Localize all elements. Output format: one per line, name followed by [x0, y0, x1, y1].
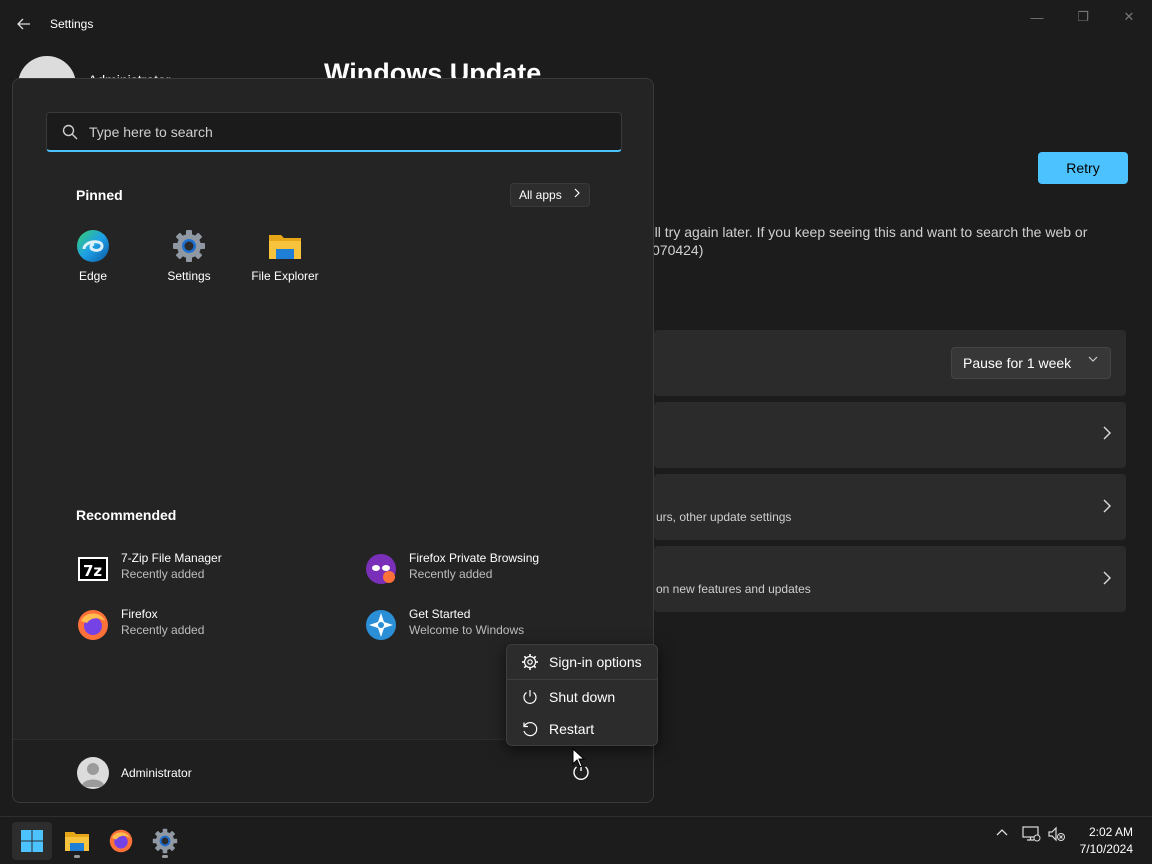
- search-placeholder: Type here to search: [89, 124, 213, 140]
- all-apps-button[interactable]: All apps: [510, 183, 590, 207]
- pinned-app-file-explorer[interactable]: File Explorer: [240, 229, 330, 283]
- get-started-icon: [365, 609, 397, 641]
- all-apps-label: All apps: [519, 188, 562, 202]
- advanced-options-subtitle: urs, other update settings: [656, 510, 792, 524]
- network-icon[interactable]: [1021, 825, 1041, 848]
- menu-divider: [507, 679, 657, 680]
- search-icon: [62, 124, 78, 140]
- recommended-heading: Recommended: [76, 507, 177, 523]
- error-line-1: 'll try again later. If you keep seeing …: [652, 224, 1088, 240]
- settings-titlebar: Settings — ❐ ✕: [0, 0, 1152, 48]
- chevron-right-icon: [1102, 426, 1112, 445]
- clock-date[interactable]: 7/10/2024: [1080, 842, 1133, 856]
- firefox-icon: [77, 609, 109, 641]
- recommended-item-subtitle: Recently added: [121, 623, 205, 637]
- pinned-app-label: Settings: [167, 269, 211, 283]
- insider-program-subtitle: on new features and updates: [656, 582, 811, 596]
- taskbar-firefox[interactable]: [101, 822, 141, 860]
- start-button[interactable]: [12, 822, 52, 860]
- recommended-item-7zip[interactable]: 7z 7-Zip File Manager Recently added: [77, 549, 337, 589]
- update-error-message: 'll try again later. If you keep seeing …: [652, 223, 1112, 259]
- recommended-item-name: Get Started: [409, 607, 471, 621]
- settings-gear-icon: [152, 828, 178, 854]
- recommended-item-subtitle: Welcome to Windows: [409, 623, 525, 637]
- menu-item-label: Sign-in options: [549, 654, 642, 670]
- recommended-item-name: 7-Zip File Manager: [121, 551, 222, 565]
- firefox-icon: [109, 829, 133, 853]
- start-footer: Administrator: [13, 739, 653, 802]
- menu-item-label: Shut down: [549, 689, 616, 705]
- user-avatar[interactable]: [77, 757, 109, 789]
- recommended-item-get-started[interactable]: Get Started Welcome to Windows: [365, 605, 625, 645]
- recommended-item-name: Firefox: [121, 607, 158, 621]
- restart-icon: [523, 722, 538, 737]
- advanced-options-card[interactable]: [654, 474, 1126, 540]
- maximize-button[interactable]: ❐: [1060, 8, 1106, 26]
- user-name[interactable]: Administrator: [121, 766, 192, 780]
- pinned-app-label: File Explorer: [251, 269, 319, 283]
- firefox-private-icon: [365, 553, 397, 585]
- sign-in-options-item[interactable]: Sign-in options: [511, 648, 655, 676]
- retry-button[interactable]: Retry: [1038, 152, 1128, 184]
- close-button[interactable]: ✕: [1106, 8, 1152, 26]
- power-icon: [523, 690, 537, 704]
- restart-item[interactable]: Restart: [511, 715, 655, 743]
- recommended-item-subtitle: Recently added: [121, 567, 205, 581]
- folder-icon: [268, 229, 302, 263]
- pause-updates-dropdown[interactable]: Pause for 1 week: [951, 347, 1111, 379]
- taskbar-settings[interactable]: [145, 822, 185, 860]
- show-hidden-icons-chevron-icon[interactable]: [994, 825, 1010, 844]
- insider-program-card[interactable]: [654, 546, 1126, 612]
- clock-time[interactable]: 2:02 AM: [1089, 825, 1133, 839]
- running-indicator: [162, 855, 168, 858]
- recommended-item-firefox[interactable]: Firefox Recently added: [77, 605, 337, 645]
- pinned-app-label: Edge: [78, 269, 108, 283]
- window-title: Settings: [50, 17, 94, 31]
- menu-item-label: Restart: [549, 721, 595, 737]
- recommended-item-name: Firefox Private Browsing: [409, 551, 540, 565]
- 7zip-icon: 7z: [77, 553, 109, 585]
- minimize-button[interactable]: —: [1014, 8, 1060, 26]
- taskbar: 2:02 AM 7/10/2024: [0, 816, 1152, 864]
- settings-gear-icon: [172, 229, 206, 263]
- edge-icon: [76, 229, 110, 263]
- mouse-cursor-icon: [572, 748, 586, 768]
- back-arrow-icon[interactable]: [10, 12, 38, 36]
- pause-dropdown-value: Pause for 1 week: [963, 355, 1072, 371]
- svg-text:7z: 7z: [83, 562, 102, 580]
- search-input[interactable]: Type here to search: [46, 112, 622, 152]
- recommended-item-subtitle: Recently added: [409, 567, 493, 581]
- shut-down-item[interactable]: Shut down: [511, 683, 655, 711]
- volume-muted-icon[interactable]: [1047, 825, 1067, 848]
- update-history-card[interactable]: [654, 402, 1126, 468]
- windows-logo-icon: [21, 830, 43, 852]
- power-menu: Sign-in options Shut down Restart: [506, 644, 658, 746]
- pinned-heading: Pinned: [76, 187, 123, 203]
- chevron-right-icon: [1102, 571, 1112, 590]
- running-indicator: [74, 855, 80, 858]
- chevron-right-icon: [1102, 499, 1112, 518]
- error-line-2: 070424): [652, 242, 704, 258]
- taskbar-file-explorer[interactable]: [57, 822, 97, 860]
- gear-icon: [522, 654, 538, 670]
- pinned-app-edge[interactable]: Edge: [48, 229, 138, 283]
- chevron-right-icon: [573, 187, 581, 202]
- chevron-down-icon: [1088, 354, 1098, 367]
- recommended-item-firefox-private[interactable]: Firefox Private Browsing Recently added: [365, 549, 625, 589]
- folder-icon: [65, 832, 89, 851]
- pinned-app-settings[interactable]: Settings: [144, 229, 234, 283]
